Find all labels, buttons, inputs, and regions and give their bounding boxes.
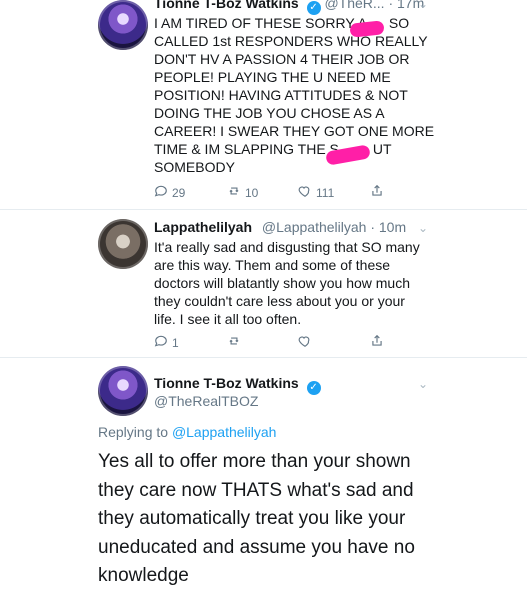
tweet-2-line-4: they couldn't care less about you or you… bbox=[154, 293, 405, 309]
verified-badge-icon: ✓ bbox=[306, 1, 321, 15]
tweet-1-handle-time[interactable]: @TheR... · 17m bbox=[324, 0, 424, 11]
like-button[interactable] bbox=[298, 334, 312, 351]
tweet-1-line-3: DON'T HV A PASSION 4 THEIR JOB OR bbox=[154, 51, 410, 67]
tweet-1-line-5: POSITION! HAVING ATTITUDES & NOT bbox=[154, 87, 408, 103]
tweet-2-line-3: doctors will blatantly show you how much bbox=[154, 275, 411, 291]
tweet-1-line-6: DOING THE JOB YOU CHOSE AS A bbox=[154, 105, 385, 121]
reply-button[interactable]: 29 bbox=[154, 184, 185, 201]
heart-icon bbox=[298, 184, 312, 201]
tweet-1-line-2: CALLED 1st RESPONDERS WHO REALLY bbox=[154, 33, 428, 49]
share-button[interactable] bbox=[370, 334, 384, 351]
tweet-2-line-1: It'a really sad and disgusting that SO m… bbox=[154, 239, 420, 255]
thread-divider-1 bbox=[0, 209, 527, 210]
like-button[interactable]: 111 bbox=[298, 184, 334, 201]
tweet-1-text: I AM TIRED OF THESE SORRY A SO CALLED 1st… bbox=[154, 14, 434, 176]
avatar-tbozi[interactable] bbox=[98, 366, 148, 416]
tweet-2-handle-time[interactable]: @Lappathelilyah · 10m bbox=[262, 219, 406, 235]
tweet-2-line-5: life. I see it all too often. bbox=[154, 311, 302, 327]
replying-to-handle-link[interactable]: @Lappathelilyah bbox=[172, 424, 277, 440]
like-count: 111 bbox=[316, 185, 335, 200]
reply-icon bbox=[154, 334, 168, 351]
retweet-icon bbox=[227, 184, 241, 201]
reply-count: 1 bbox=[172, 335, 179, 350]
tweet-1-line-9: SOMEBODY bbox=[154, 159, 235, 175]
tweet-1-line-1: I AM TIRED OF THESE SORRY A SO bbox=[154, 15, 410, 31]
tweet-2-actions: 1 bbox=[154, 334, 424, 352]
tweet-3-line-2: they care now THATS what's sad and bbox=[98, 479, 414, 501]
tweet-3-line-1: Yes all to offer more than your shown bbox=[98, 451, 411, 472]
tweet-1-header: Tionne T-Boz Watkins ✓ @TheR... · 17m bbox=[154, 0, 424, 15]
tweet-3-menu-chevron-icon[interactable]: ⌄ bbox=[418, 378, 430, 390]
twitter-thread: Tionne T-Boz Watkins ✓ @TheR... · 17m ⌄ … bbox=[0, 0, 527, 588]
reply-button[interactable]: 1 bbox=[154, 334, 179, 351]
tweet-3-handle[interactable]: @TheRealTBOZ bbox=[154, 392, 258, 410]
retweet-icon bbox=[227, 334, 241, 351]
tweet-3-line-4: uneducated and assume you have no bbox=[98, 536, 415, 558]
tweet-2-header: Lappathelilyah @Lappathelilyah · 10m bbox=[154, 218, 406, 236]
tweet-3-line-5: knowledge bbox=[98, 565, 189, 586]
reply-icon bbox=[154, 184, 168, 201]
tweet-1-author-name[interactable]: Tionne T-Boz Watkins bbox=[154, 0, 299, 11]
retweet-button[interactable]: 10 bbox=[227, 184, 258, 201]
retweet-count: 10 bbox=[245, 185, 259, 200]
tweet-1-line-8: TIME & IM SLAPPING THE S UT bbox=[154, 141, 392, 157]
tweet-2-line-2: are this way. Them and some of these bbox=[154, 257, 391, 273]
share-icon bbox=[370, 334, 384, 351]
replying-to-prefix: Replying to bbox=[98, 424, 169, 440]
avatar-tbozi[interactable] bbox=[98, 0, 148, 50]
retweet-button[interactable] bbox=[227, 334, 241, 351]
replying-to: Replying to @Lappathelilyah bbox=[98, 424, 276, 440]
thread-divider-2 bbox=[0, 357, 527, 358]
tweet-2-menu-chevron-icon[interactable]: ⌄ bbox=[418, 222, 430, 234]
tweet-3-text: Yes all to offer more than your shown th… bbox=[98, 448, 415, 591]
tweet-1-actions: 29 10 111 bbox=[154, 184, 424, 202]
tweet-3-author-name[interactable]: Tionne T-Boz Watkins bbox=[154, 375, 299, 391]
avatar-lappathelilyah[interactable] bbox=[98, 219, 148, 269]
share-icon bbox=[370, 184, 384, 201]
heart-icon bbox=[298, 334, 312, 351]
tweet-2-author-name[interactable]: Lappathelilyah bbox=[154, 219, 252, 235]
tweet-1-line-4: PEOPLE! PLAYING THE U NEED ME bbox=[154, 69, 391, 85]
tweet-1-line-7: CAREER! I SWEAR THEY GOT ONE MORE bbox=[154, 123, 435, 139]
verified-badge-icon: ✓ bbox=[306, 381, 321, 395]
tweet-2-text: It'a really sad and disgusting that SO m… bbox=[154, 238, 420, 328]
tweet-3-line-3: they automatically treat you like your bbox=[98, 508, 406, 529]
share-button[interactable] bbox=[370, 184, 384, 201]
tweet-1-menu-chevron-icon[interactable]: ⌄ bbox=[418, 0, 430, 10]
reply-count: 29 bbox=[172, 185, 186, 200]
